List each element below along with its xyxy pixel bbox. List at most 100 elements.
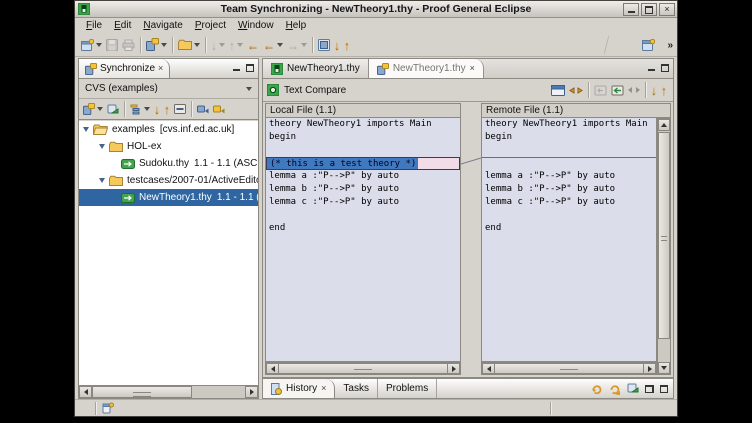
tab-tasks[interactable]: Tasks xyxy=(335,379,378,398)
perspective-more-button[interactable]: » xyxy=(667,40,673,51)
dropdown-icon xyxy=(301,43,307,47)
previous-change-button[interactable]: ↑ xyxy=(342,35,352,55)
minimize-editor-button[interactable] xyxy=(648,65,655,71)
maximize-view-button[interactable] xyxy=(246,64,254,72)
close-icon[interactable]: × xyxy=(321,384,326,393)
maximize-panel-button[interactable] xyxy=(660,385,668,393)
restore-panel-button[interactable] xyxy=(645,385,654,393)
menu-help[interactable]: Help xyxy=(280,20,313,31)
minimize-button[interactable] xyxy=(623,3,639,16)
close-button[interactable]: × xyxy=(659,3,675,16)
next-change-nav-button[interactable] xyxy=(626,80,634,100)
dropdown-icon xyxy=(97,107,103,111)
refresh-icon[interactable] xyxy=(591,383,603,395)
menu-navigate[interactable]: Navigate xyxy=(137,20,188,31)
link-refresh-icon[interactable] xyxy=(609,383,621,395)
scroll-right-button[interactable] xyxy=(245,386,258,398)
menu-edit[interactable]: Edit xyxy=(108,20,137,31)
remote-vscrollbar[interactable] xyxy=(657,118,671,375)
synchronize-dropdown-button[interactable] xyxy=(81,100,105,118)
save-button[interactable] xyxy=(104,35,120,55)
tree-item-newtheory1[interactable]: NewTheory1.thy 1.1 - 1.1 (A xyxy=(79,189,258,206)
tab-newtheory1-compare[interactable]: NewTheory1.thy × xyxy=(369,59,484,78)
close-icon[interactable]: × xyxy=(470,64,475,73)
presentation-mode-button[interactable] xyxy=(128,100,152,118)
expander-icon[interactable] xyxy=(99,178,105,183)
close-icon[interactable]: × xyxy=(158,64,163,73)
remote-hscrollbar[interactable] xyxy=(481,362,657,375)
scrollbar-thumb[interactable] xyxy=(494,363,644,374)
expander-icon[interactable] xyxy=(83,127,89,132)
previous-difference-button[interactable]: ↑ xyxy=(659,80,669,100)
menu-window[interactable]: Window xyxy=(232,20,280,31)
outgoing-mode-button[interactable] xyxy=(211,100,227,118)
previous-change-button[interactable]: ↑ xyxy=(162,100,172,118)
synchronize-view-tabs: Synchronize × xyxy=(79,59,258,79)
next-annotation-button[interactable]: ↓ xyxy=(209,35,227,55)
sync-tree-hscrollbar[interactable] xyxy=(79,385,258,398)
local-hscrollbar[interactable] xyxy=(265,362,461,375)
minimize-view-button[interactable] xyxy=(233,65,240,71)
view-menu-icon[interactable] xyxy=(246,87,252,91)
next-arrow-icon xyxy=(636,87,640,93)
diff-separator-line xyxy=(482,157,656,170)
code-line xyxy=(482,144,656,157)
expander-icon[interactable] xyxy=(99,144,105,149)
maximize-button[interactable] xyxy=(641,3,657,16)
pin-current-button[interactable] xyxy=(105,100,121,118)
synchronize-button[interactable] xyxy=(144,35,169,55)
dropdown-icon xyxy=(96,43,102,47)
new-wizard-button[interactable] xyxy=(79,35,104,55)
pin-view-icon[interactable] xyxy=(627,383,639,394)
tree-item-hol-ex[interactable]: HOL-ex xyxy=(79,138,258,155)
scroll-right-button[interactable] xyxy=(447,363,460,374)
last-edit-location-button[interactable]: ← xyxy=(245,35,261,55)
swap-panes-button[interactable] xyxy=(567,80,585,100)
next-change-button[interactable]: ↓ xyxy=(332,35,342,55)
highlighted-diff-line[interactable]: (* this is a test theory *) xyxy=(266,157,460,170)
scroll-down-button[interactable] xyxy=(658,362,670,374)
previous-change-nav-button[interactable] xyxy=(634,80,642,100)
tab-synchronize[interactable]: Synchronize × xyxy=(79,59,170,78)
tab-newtheory1-editor[interactable]: NewTheory1.thy xyxy=(263,59,369,78)
previous-annotation-button[interactable]: ↑ xyxy=(227,35,245,55)
toggle-mode-button[interactable] xyxy=(316,35,332,55)
status-fast-view-icon[interactable] xyxy=(102,402,114,414)
scrollbar-thumb[interactable] xyxy=(92,386,192,398)
checkout-button[interactable] xyxy=(176,35,202,55)
tree-item-testcases[interactable]: testcases/2007-01/ActiveEditorV xyxy=(79,172,258,189)
copy-current-change-button[interactable] xyxy=(609,80,626,100)
next-difference-button[interactable]: ↓ xyxy=(649,80,659,100)
local-file-header: Local File (1.1) xyxy=(265,103,461,118)
proof-general-file-icon xyxy=(271,63,283,75)
tree-item-examples[interactable]: examples [cvs.inf.ed.ac.uk] xyxy=(79,121,258,138)
remote-file-text[interactable]: theory NewTheory1 imports Main begin lem… xyxy=(481,118,657,362)
scroll-right-button[interactable] xyxy=(643,363,656,374)
team-synchronizing-perspective-button[interactable] xyxy=(640,35,657,55)
tree-item-label: Sudoku.thy xyxy=(139,158,189,169)
copy-all-right-to-left-button[interactable] xyxy=(592,80,609,100)
eclipse-window: Team Synchronizing - NewTheory1.thy - Pr… xyxy=(74,0,678,417)
next-change-button[interactable]: ↓ xyxy=(152,100,162,118)
scroll-up-button[interactable] xyxy=(658,119,670,131)
tree-item-sudoku[interactable]: Sudoku.thy 1.1 - 1.1 (ASCII - xyxy=(79,155,258,172)
forward-button[interactable]: → xyxy=(285,35,309,55)
menu-file[interactable]: File xyxy=(80,20,108,31)
menu-project[interactable]: Project xyxy=(189,20,232,31)
local-file-text[interactable]: theory NewTheory1 imports Main begin (* … xyxy=(265,118,461,362)
collapse-all-button[interactable] xyxy=(172,100,188,118)
maximize-editor-button[interactable] xyxy=(661,64,669,72)
print-button[interactable] xyxy=(120,35,137,55)
diff-gutter xyxy=(461,103,481,376)
copy-all-icon xyxy=(594,85,607,96)
tab-history[interactable]: History × xyxy=(263,379,335,398)
pin-icon xyxy=(107,104,119,115)
switch-compare-viewer-button[interactable] xyxy=(549,80,567,100)
scroll-left-button[interactable] xyxy=(79,386,92,398)
tab-problems[interactable]: Problems xyxy=(378,379,437,398)
sync-tree[interactable]: examples [cvs.inf.ed.ac.uk] HOL-ex Sudok… xyxy=(79,121,258,385)
incoming-mode-button[interactable] xyxy=(195,100,211,118)
scrollbar-thumb[interactable] xyxy=(658,132,670,339)
back-button[interactable]: ← xyxy=(261,35,285,55)
scrollbar-thumb[interactable] xyxy=(278,363,448,374)
